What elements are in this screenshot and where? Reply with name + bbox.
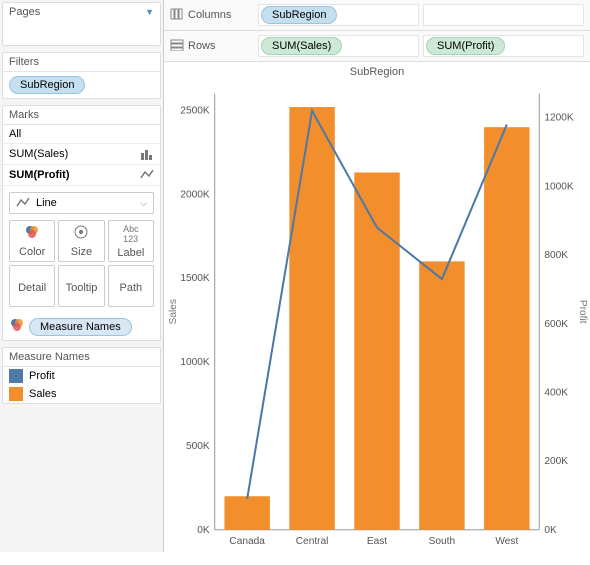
columns-shelf[interactable]: Columns SubRegion [164, 0, 590, 31]
rows-pills: SUM(Sales) SUM(Profit) [258, 35, 584, 57]
svg-text:1200K: 1200K [544, 113, 574, 124]
bar-South[interactable] [419, 261, 464, 529]
pages-label: Pages [9, 6, 40, 18]
mark-cell-size[interactable]: Size [58, 220, 104, 262]
mark-size-label: Size [71, 246, 92, 258]
line-chart-icon [16, 196, 30, 210]
legend-item-sales[interactable]: Sales [3, 385, 160, 403]
mark-cell-label[interactable]: Abc123 Label [108, 220, 154, 262]
chart-svg[interactable]: 0K 500K 1000K 1500K 2000K 2500K 0K 200K 400K 600K… [164, 82, 590, 562]
columns-icon [170, 8, 184, 23]
mark-path-label: Path [120, 282, 143, 294]
svg-text:South: South [429, 536, 455, 547]
mark-color-label: Color [19, 246, 45, 258]
line-chart-icon [140, 168, 154, 182]
rows-shelf[interactable]: Rows SUM(Sales) SUM(Profit) [164, 31, 590, 62]
marks-sales-label: SUM(Sales) [9, 148, 68, 160]
chart-area: SubRegion 0K 500K 1000K 1500K 2000K 2500K 0K 20… [164, 62, 590, 562]
color-icon [9, 317, 25, 336]
marks-row-all[interactable]: All [3, 125, 160, 144]
svg-text:500K: 500K [186, 441, 210, 452]
legend-panel: Measure Names Profit Sales [2, 347, 161, 404]
svg-text:1000K: 1000K [544, 181, 574, 192]
bar-Central[interactable] [289, 107, 334, 530]
svg-text:200K: 200K [544, 456, 568, 467]
svg-text:1000K: 1000K [180, 357, 210, 368]
columns-label: Columns [188, 9, 231, 21]
svg-text:West: West [495, 536, 518, 547]
filters-body: SubRegion [3, 72, 160, 98]
measure-names-row: Measure Names [3, 313, 160, 340]
svg-text:Sales: Sales [168, 299, 179, 324]
marks-panel: Marks All SUM(Sales) SUM(Profit) [2, 105, 161, 341]
columns-pill-slot-1[interactable]: SubRegion [258, 4, 419, 26]
measure-names-pill[interactable]: Measure Names [29, 318, 132, 336]
columns-pill-slot-2[interactable] [423, 4, 584, 26]
rows-shelf-label: Rows [170, 39, 250, 54]
chevron-down-icon: ⌵ [140, 198, 147, 209]
svg-text:East: East [367, 536, 387, 547]
marks-list: All SUM(Sales) SUM(Profit) [3, 125, 160, 186]
rows-pill-sales[interactable]: SUM(Sales) [261, 37, 342, 55]
mark-cell-tooltip[interactable]: Tooltip [58, 265, 104, 307]
rows-label: Rows [188, 40, 216, 52]
bar-West[interactable] [484, 127, 529, 530]
legend-profit-label: Profit [29, 370, 55, 382]
mark-type-dropdown[interactable]: Line ⌵ [9, 192, 154, 214]
svg-text:600K: 600K [544, 319, 568, 330]
marks-row-profit[interactable]: SUM(Profit) [3, 165, 160, 186]
pages-body[interactable] [3, 21, 160, 45]
marks-row-sales[interactable]: SUM(Sales) [3, 144, 160, 165]
filters-label: Filters [3, 53, 160, 72]
legend-label: Measure Names [3, 348, 160, 367]
svg-text:800K: 800K [544, 250, 568, 261]
pages-header[interactable]: Pages ▼ [3, 3, 160, 21]
rows-pill-slot-2[interactable]: SUM(Profit) [423, 35, 584, 57]
svg-text:Canada: Canada [229, 536, 265, 547]
mark-type-value: Line [36, 197, 57, 209]
mark-cell-color[interactable]: Color [9, 220, 55, 262]
columns-pill-subregion[interactable]: SubRegion [261, 6, 337, 24]
legend-sales-label: Sales [29, 388, 57, 400]
chart-title: SubRegion [164, 62, 590, 82]
mark-detail-label: Detail [18, 282, 46, 294]
svg-text:400K: 400K [544, 387, 568, 398]
swatch-profit [9, 369, 23, 383]
svg-text:2000K: 2000K [180, 189, 210, 200]
svg-text:2500K: 2500K [180, 105, 210, 116]
swatch-sales [9, 387, 23, 401]
filters-panel: Filters SubRegion [2, 52, 161, 99]
sidebar: Pages ▼ Filters SubRegion Marks All SUM(… [0, 0, 163, 552]
size-icon [73, 224, 89, 243]
columns-shelf-label: Columns [170, 8, 250, 23]
marks-all-label: All [9, 128, 21, 140]
svg-text:0K: 0K [544, 525, 557, 536]
pages-panel: Pages ▼ [2, 2, 161, 46]
marks-profit-label: SUM(Profit) [9, 169, 70, 181]
svg-text:Central: Central [296, 536, 329, 547]
rows-icon [170, 39, 184, 54]
bar-Canada[interactable] [224, 496, 269, 530]
legend-item-profit[interactable]: Profit [3, 367, 160, 385]
rows-pill-profit[interactable]: SUM(Profit) [426, 37, 505, 55]
mark-label-label: Label [117, 247, 144, 259]
rows-pill-slot-1[interactable]: SUM(Sales) [258, 35, 419, 57]
filter-pill-subregion[interactable]: SubRegion [9, 76, 85, 94]
label-icon: Abc123 [123, 224, 139, 244]
svg-text:Profit: Profit [577, 300, 588, 324]
bar-chart-icon [140, 147, 154, 161]
color-icon [24, 224, 40, 243]
marks-label: Marks [3, 106, 160, 125]
dropdown-triangle-icon: ▼ [145, 7, 154, 17]
marks-grid: Color Size Abc123 Label Detail Tooltip [3, 220, 160, 313]
svg-text:1500K: 1500K [180, 273, 210, 284]
mark-cell-detail[interactable]: Detail [9, 265, 55, 307]
svg-text:0K: 0K [197, 525, 210, 536]
mark-cell-path[interactable]: Path [108, 265, 154, 307]
main-area: Columns SubRegion Rows SUM(Sales) SUM(Pr… [163, 0, 590, 552]
mark-tooltip-label: Tooltip [66, 282, 98, 294]
columns-pills: SubRegion [258, 4, 584, 26]
